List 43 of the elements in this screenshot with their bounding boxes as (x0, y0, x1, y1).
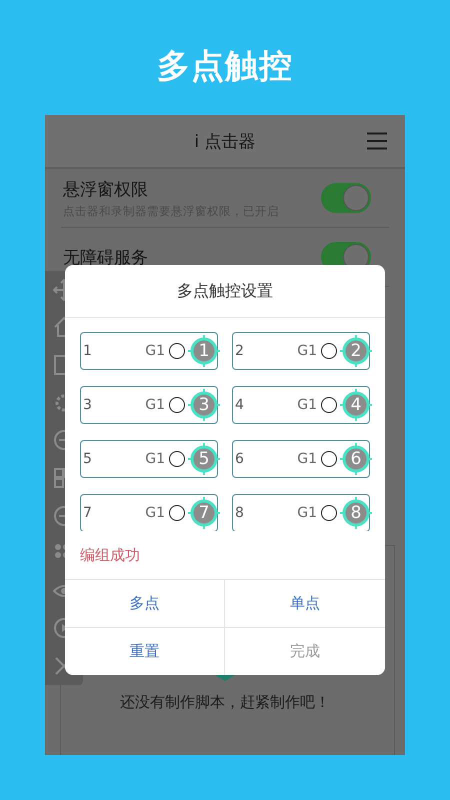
touch-point-card[interactable]: 1 G1 1 (80, 332, 218, 370)
setting-title: 无障碍服务 (63, 246, 149, 268)
radio-button[interactable] (169, 505, 185, 521)
point-number: 7 (83, 505, 93, 521)
point-number: 4 (235, 397, 245, 413)
group-label: G1 (297, 397, 317, 413)
radio-button[interactable] (321, 343, 337, 359)
dialog-title: 多点触控设置 (177, 280, 273, 302)
point-number: 8 (235, 505, 245, 521)
empty-message: 还没有制作脚本，赶紧制作吧！ (119, 693, 331, 712)
menu-icon[interactable] (367, 132, 387, 150)
point-number: 1 (83, 343, 93, 359)
toggle-switch[interactable] (321, 183, 371, 213)
touch-point-card[interactable]: 5 G1 5 (80, 440, 218, 478)
touch-point-card[interactable]: 8 G1 8 (232, 494, 370, 531)
group-label: G1 (145, 397, 165, 413)
group-label: G1 (297, 343, 317, 359)
touch-point-card[interactable]: 2 G1 2 (232, 332, 370, 370)
touch-point-card[interactable]: 7 G1 7 (80, 494, 218, 531)
group-label: G1 (145, 451, 165, 467)
point-number: 5 (83, 451, 93, 467)
group-label: G1 (145, 343, 165, 359)
group-label: G1 (297, 505, 317, 521)
app-title: i 点击器 (194, 130, 256, 152)
group-label: G1 (297, 451, 317, 467)
page-headline: 多点触控 (157, 45, 293, 87)
touch-point-card[interactable]: 3 G1 3 (80, 386, 218, 424)
point-number: 2 (235, 343, 245, 359)
touch-point-card[interactable]: 4 G1 4 (232, 386, 370, 424)
radio-button[interactable] (321, 397, 337, 413)
touch-point-card[interactable]: 6 G1 6 (232, 440, 370, 478)
dialog-button[interactable]: 多点 (65, 579, 225, 627)
radio-button[interactable] (169, 343, 185, 359)
setting-title: 悬浮窗权限 (63, 178, 149, 200)
status-message: 编组成功 (80, 546, 140, 564)
dialog-button[interactable]: 重置 (65, 627, 225, 675)
group-label: G1 (145, 505, 165, 521)
radio-button[interactable] (169, 397, 185, 413)
radio-button[interactable] (321, 505, 337, 521)
radio-button[interactable] (321, 451, 337, 467)
point-number: 3 (83, 397, 93, 413)
radio-button[interactable] (169, 451, 185, 467)
point-number: 6 (235, 451, 245, 467)
